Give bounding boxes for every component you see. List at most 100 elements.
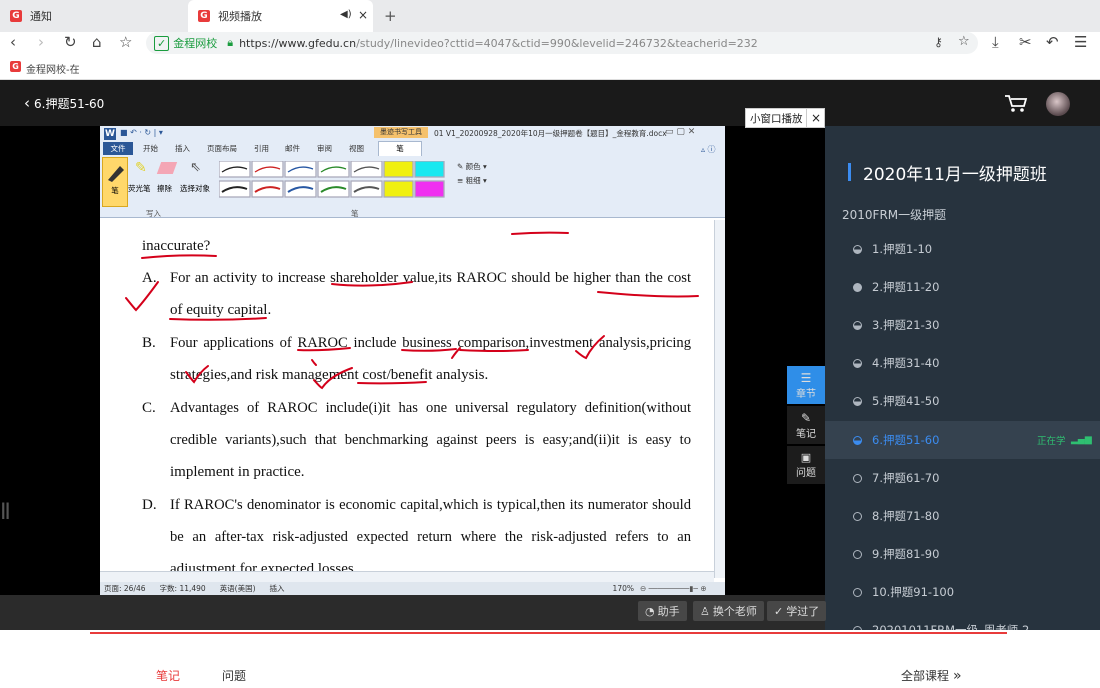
double-chevron-right-icon: » (953, 667, 962, 684)
group-label-pen: 笔 (351, 209, 359, 218)
ribbon-tab-home[interactable]: 开始 (143, 143, 158, 155)
lesson-item[interactable]: 5.押题41-50 (825, 382, 1100, 420)
tab-close-icon[interactable]: × (358, 8, 368, 22)
menu-icon[interactable]: ☰ (1074, 33, 1087, 51)
zoom-level: 170% (612, 584, 634, 593)
tab-notes[interactable]: 笔记 (156, 667, 180, 684)
lesson-item[interactable]: 7.押题61-70 (825, 459, 1100, 497)
person-icon: ♙ (700, 604, 710, 618)
undo-icon[interactable]: ↶ (1046, 33, 1059, 51)
group-label-write: 写入 (146, 209, 161, 218)
progress-empty-icon (853, 473, 862, 483)
learned-button[interactable]: ✓ 学过了 (767, 601, 827, 621)
cursor-arrow-icon: ⇖ (190, 160, 201, 175)
progress-half-icon (853, 320, 862, 330)
switch-teacher-button[interactable]: ♙ 换个老师 (693, 601, 764, 621)
lesson-item[interactable]: 20201011FRM一级_周老师 2 (825, 611, 1100, 630)
audio-icon[interactable]: ◀) (340, 9, 352, 20)
browser-tab-video[interactable]: G 视频播放 ◀) × (188, 0, 373, 32)
chapter-tool-button[interactable]: ☰ 章节 (787, 366, 825, 404)
new-tab-icon[interactable]: + (384, 7, 397, 25)
bookmark-item[interactable]: 金程网校-在 (26, 61, 80, 76)
ribbon-tab-insert[interactable]: 插入 (175, 143, 190, 155)
cart-icon[interactable] (1004, 93, 1028, 113)
pen-style-gallery[interactable] (219, 161, 447, 199)
lesson-item[interactable]: 9.押题81-90 (825, 535, 1100, 573)
ribbon-tab-review[interactable]: 审阅 (317, 143, 332, 155)
quick-access-icons[interactable]: ■ ↶ · ↻ | ▾ (120, 128, 163, 137)
site-badge: 金程网校 (173, 37, 218, 50)
close-icon[interactable]: × (806, 109, 825, 127)
equalizer-icon: ▂▄▆ (1071, 435, 1092, 445)
course-title: 2020年11月一级押题班 (863, 165, 1047, 185)
home-icon[interactable]: ⌂ (92, 33, 102, 51)
eraser-icon (156, 162, 178, 174)
eraser-tool[interactable]: 擦除 (156, 160, 178, 200)
lesson-item-partial-wrap: 20201011FRM一级_周老师 2 (825, 611, 1100, 630)
all-courses-link[interactable]: 全部课程 » (901, 667, 962, 684)
ink-annotations (125, 231, 699, 390)
notes-tool-button[interactable]: ✎ 笔记 (787, 406, 825, 444)
ribbon-tab-view[interactable]: 视图 (349, 143, 364, 155)
progress-half-icon (853, 358, 862, 368)
ribbon-tab-file[interactable]: 文件 (103, 142, 133, 155)
tab-questions[interactable]: 问题 (222, 667, 246, 684)
color-dropdown[interactable]: ✎ 颜色 ▾ (457, 161, 487, 172)
lesson-item[interactable]: 2.押题11-20 (825, 268, 1100, 306)
highlighter-icon: ✎ (135, 160, 147, 176)
window-controls[interactable]: ▭ ▢ ✕ (665, 127, 695, 137)
ribbon-tab-mailings[interactable]: 邮件 (285, 143, 300, 155)
progress-full-icon (853, 282, 862, 292)
back-to-course[interactable]: ‹ 6.押题51-60 (24, 94, 104, 112)
lesson-item[interactable]: 3.押题21-30 (825, 306, 1100, 344)
lesson-item[interactable]: 10.押题91-100 (825, 573, 1100, 611)
reload-icon[interactable]: ↻ (64, 33, 77, 51)
bookmark-star-icon[interactable]: ☆ (119, 33, 132, 51)
progress-current-icon (853, 435, 862, 445)
chat-bubble-icon: ▣ (800, 451, 812, 464)
key-icon[interactable]: ⚷ (934, 35, 943, 49)
gfedu-logo-icon: G (10, 10, 22, 22)
pen-icon (108, 166, 124, 182)
document-filename: 01 V1_20200928_2020年10月一级押题卷【题目】_金程教育.do… (434, 129, 667, 138)
word-vertical-scrollbar[interactable] (714, 220, 725, 578)
select-objects-tool[interactable]: ⇖ 选择对象 (180, 160, 212, 200)
download-icon[interactable]: ⤓ (992, 33, 999, 51)
zoom-slider[interactable]: ⊖ ─────────▮─ ⊕ (640, 584, 707, 593)
avatar[interactable] (1046, 92, 1070, 116)
lesson-item[interactable]: 8.押题71-80 (825, 497, 1100, 535)
ink-tools-context-tab: 墨迹书写工具 (374, 127, 428, 138)
mini-window-button[interactable]: 小窗口播放 × (745, 108, 825, 128)
favorite-star-icon[interactable]: ☆ (958, 34, 970, 49)
back-icon[interactable]: ‹ (10, 33, 16, 51)
pen-tool[interactable]: 笔 (102, 157, 128, 207)
forward-icon[interactable]: › (38, 33, 44, 51)
ribbon-help-icons[interactable]: ▵ ⓘ (701, 144, 716, 155)
lesson-item[interactable]: 4.押题31-40 (825, 344, 1100, 382)
check-icon: ✓ (774, 604, 784, 618)
chapter-title: 2010FRM一级押题 (842, 208, 947, 222)
progress-empty-icon (853, 587, 862, 597)
assistant-button[interactable]: ◔ 助手 (638, 601, 687, 621)
verified-site-icon: ✓ (154, 35, 170, 51)
lesson-item[interactable]: 1.押题1-10 (825, 230, 1100, 268)
questions-tool-button[interactable]: ▣ 问题 (787, 446, 825, 484)
ribbon-tab-pen[interactable]: 笔 (378, 141, 422, 156)
ribbon-tab-layout[interactable]: 页面布局 (207, 143, 237, 155)
gfedu-logo-icon: G (10, 61, 21, 72)
url-host: https://www.gfedu.cn (239, 36, 357, 50)
highlighter-tool[interactable]: ✎ 荧光笔 (128, 160, 152, 200)
progress-empty-icon (853, 511, 862, 521)
gfedu-logo-icon: G (198, 10, 210, 22)
lock-icon: 🔒︎ (227, 36, 234, 49)
progress-half-icon (853, 244, 862, 254)
address-bar[interactable]: ✓ 金程网校 🔒︎ https://www.gfedu.cn /study/li… (146, 32, 978, 54)
video-edge-text: Ⅱ (0, 500, 11, 525)
chat-icon: ◔ (645, 604, 655, 618)
lesson-item-active[interactable]: 6.押题51-60 正在学 ▂▄▆ (825, 421, 1100, 459)
word-horizontal-scrollbar[interactable] (100, 571, 714, 582)
browser-tab-notice[interactable]: G 通知 (10, 0, 185, 32)
scissors-icon[interactable]: ✂ (1019, 33, 1032, 51)
weight-dropdown[interactable]: ≡ 粗细 ▾ (457, 175, 487, 186)
ribbon-tab-references[interactable]: 引用 (254, 143, 269, 155)
